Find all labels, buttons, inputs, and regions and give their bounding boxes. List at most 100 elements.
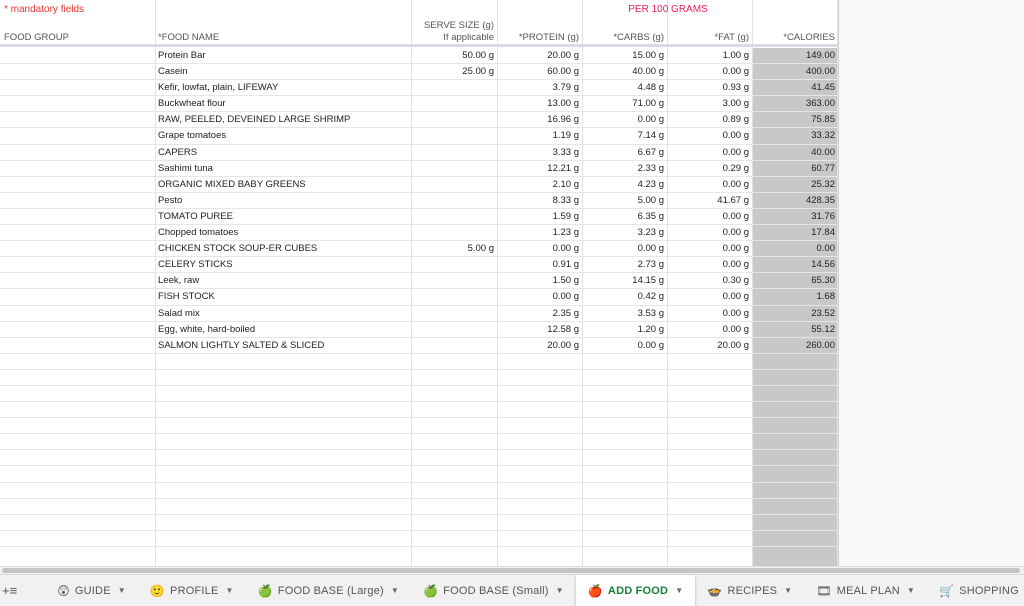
fat-cell[interactable]: 0.00 g — [668, 209, 749, 225]
carbs-cell[interactable]: 5.00 g — [583, 193, 664, 209]
calories-cell[interactable] — [753, 354, 835, 370]
table-row[interactable]: Sashimi tuna 12.21 g 2.33 g 0.29 g 60.77 — [0, 161, 838, 177]
fat-cell[interactable]: 0.00 g — [668, 145, 749, 161]
fat-cell[interactable] — [668, 531, 749, 547]
tab-dropdown-icon[interactable]: ▼ — [391, 586, 399, 595]
table-row[interactable] — [0, 402, 838, 419]
protein-cell[interactable]: 12.21 g — [498, 161, 579, 177]
carbs-cell[interactable]: 3.53 g — [583, 306, 664, 322]
table-row[interactable] — [0, 515, 838, 531]
fat-cell[interactable] — [668, 370, 749, 386]
calories-cell[interactable]: 0.00 — [753, 241, 836, 257]
tab-dropdown-icon[interactable]: ▼ — [556, 586, 564, 595]
serve-size-cell[interactable] — [412, 209, 494, 225]
calories-cell[interactable]: 14.56 — [753, 257, 835, 273]
tab-dropdown-icon[interactable]: ▼ — [784, 586, 792, 595]
scrollbar-thumb[interactable] — [2, 568, 1020, 573]
carbs-cell[interactable]: 2.73 g — [583, 257, 664, 273]
calories-cell[interactable]: 33.32 — [753, 128, 835, 144]
serve-size-cell[interactable] — [412, 434, 494, 450]
protein-cell[interactable]: 0.00 g — [498, 289, 579, 305]
serve-size-cell[interactable]: 50.00 g — [412, 48, 494, 64]
serve-size-cell[interactable] — [412, 483, 494, 499]
food-name-cell[interactable] — [158, 418, 408, 434]
food-name-cell[interactable]: CAPERS — [158, 145, 408, 161]
header-food-name[interactable]: *FOOD NAME — [158, 32, 219, 43]
carbs-cell[interactable] — [583, 515, 664, 531]
protein-cell[interactable]: 8.33 g — [498, 193, 579, 209]
serve-size-cell[interactable] — [412, 177, 494, 193]
calories-cell[interactable]: 60.77 — [753, 161, 835, 177]
food-name-cell[interactable] — [158, 531, 408, 547]
calories-cell[interactable]: 41.45 — [753, 80, 835, 96]
tab-dropdown-icon[interactable]: ▼ — [226, 586, 234, 595]
protein-cell[interactable]: 0.91 g — [498, 257, 579, 273]
calories-cell[interactable] — [753, 499, 835, 515]
fat-cell[interactable] — [668, 515, 749, 531]
header-carbs[interactable]: *CARBS (g) — [583, 32, 664, 43]
fat-cell[interactable]: 0.00 g — [668, 306, 749, 322]
serve-size-cell[interactable] — [412, 531, 494, 547]
carbs-cell[interactable]: 0.00 g — [583, 338, 664, 354]
header-serve-size[interactable]: SERVE SIZE (g) — [412, 20, 494, 31]
serve-size-cell[interactable] — [412, 225, 494, 241]
table-row[interactable] — [0, 354, 838, 370]
table-row[interactable]: Egg, white, hard-boiled 12.58 g 1.20 g 0.00… — [0, 322, 838, 338]
carbs-cell[interactable] — [583, 483, 664, 499]
tab-recipes[interactable]: 🍲 RECIPES ▼ — [695, 576, 804, 606]
calories-cell[interactable]: 65.30 — [753, 273, 835, 289]
tab-meal-plan[interactable]: 🎞 MEAL PLAN ▼ — [804, 576, 927, 606]
protein-cell[interactable] — [498, 499, 579, 515]
protein-cell[interactable] — [498, 466, 579, 482]
food-name-cell[interactable]: RAW, PEELED, DEVEINED LARGE SHRIMP — [158, 112, 408, 128]
carbs-cell[interactable]: 0.00 g — [583, 112, 664, 128]
fat-cell[interactable]: 0.00 g — [668, 225, 749, 241]
serve-size-cell[interactable] — [412, 112, 494, 128]
carbs-cell[interactable]: 6.67 g — [583, 145, 664, 161]
food-name-cell[interactable]: Chopped tomatoes — [158, 225, 408, 241]
calories-cell[interactable]: 149.00 — [753, 48, 835, 64]
protein-cell[interactable]: 2.35 g — [498, 306, 579, 322]
fat-cell[interactable]: 0.00 g — [668, 241, 749, 257]
serve-size-cell[interactable] — [412, 370, 494, 386]
serve-size-cell[interactable] — [412, 338, 494, 354]
calories-cell[interactable] — [753, 370, 835, 386]
serve-size-cell[interactable] — [412, 161, 494, 177]
table-row[interactable]: Salad mix 2.35 g 3.53 g 0.00 g 23.52 — [0, 306, 838, 322]
serve-size-cell[interactable] — [412, 257, 494, 273]
tab-guide[interactable]: 😲 GUIDE ▼ — [45, 576, 138, 606]
calories-cell[interactable]: 17.84 — [753, 225, 835, 241]
table-row[interactable]: RAW, PEELED, DEVEINED LARGE SHRIMP 16.96 … — [0, 112, 838, 129]
calories-cell[interactable] — [753, 386, 835, 402]
serve-size-cell[interactable] — [412, 306, 494, 322]
carbs-cell[interactable]: 2.33 g — [583, 161, 664, 177]
table-row[interactable]: ORGANIC MIXED BABY GREENS 2.10 g 4.23 g 0.0… — [0, 177, 838, 193]
table-row[interactable] — [0, 483, 838, 499]
food-name-cell[interactable]: ORGANIC MIXED BABY GREENS — [158, 177, 408, 193]
table-row[interactable]: Protein Bar 50.00 g 20.00 g 15.00 g 1.00 g 14… — [0, 48, 838, 65]
table-row[interactable]: Buckwheat flour 13.00 g 71.00 g 3.00 g 363.0… — [0, 96, 838, 113]
table-row[interactable] — [0, 418, 838, 435]
calories-cell[interactable]: 1.68 — [753, 289, 836, 305]
header-food-group[interactable]: FOOD GROUP — [4, 32, 69, 43]
table-row[interactable]: CELERY STICKS 0.91 g 2.73 g 0.00 g 14.56 — [0, 257, 838, 274]
serve-size-cell[interactable] — [412, 322, 494, 338]
carbs-cell[interactable] — [583, 466, 664, 482]
tab-profile[interactable]: 🙂 PROFILE ▼ — [138, 576, 246, 606]
calories-cell[interactable]: 31.76 — [753, 209, 835, 225]
serve-size-cell[interactable] — [412, 466, 494, 482]
food-name-cell[interactable]: SALMON LIGHTLY SALTED & SLICED — [158, 338, 408, 354]
food-name-cell[interactable]: FISH STOCK — [158, 289, 408, 305]
fat-cell[interactable]: 0.00 g — [668, 257, 749, 273]
fat-cell[interactable] — [668, 434, 749, 450]
carbs-cell[interactable] — [583, 370, 664, 386]
table-row[interactable] — [0, 386, 838, 403]
table-row[interactable] — [0, 466, 838, 483]
protein-cell[interactable] — [498, 515, 579, 531]
food-name-cell[interactable]: Casein — [158, 64, 408, 80]
carbs-cell[interactable]: 4.23 g — [583, 177, 664, 193]
food-name-cell[interactable]: Protein Bar — [158, 48, 408, 64]
food-name-cell[interactable]: Salad mix — [158, 306, 408, 322]
carbs-cell[interactable] — [583, 418, 664, 434]
fat-cell[interactable]: 1.00 g — [668, 48, 749, 64]
